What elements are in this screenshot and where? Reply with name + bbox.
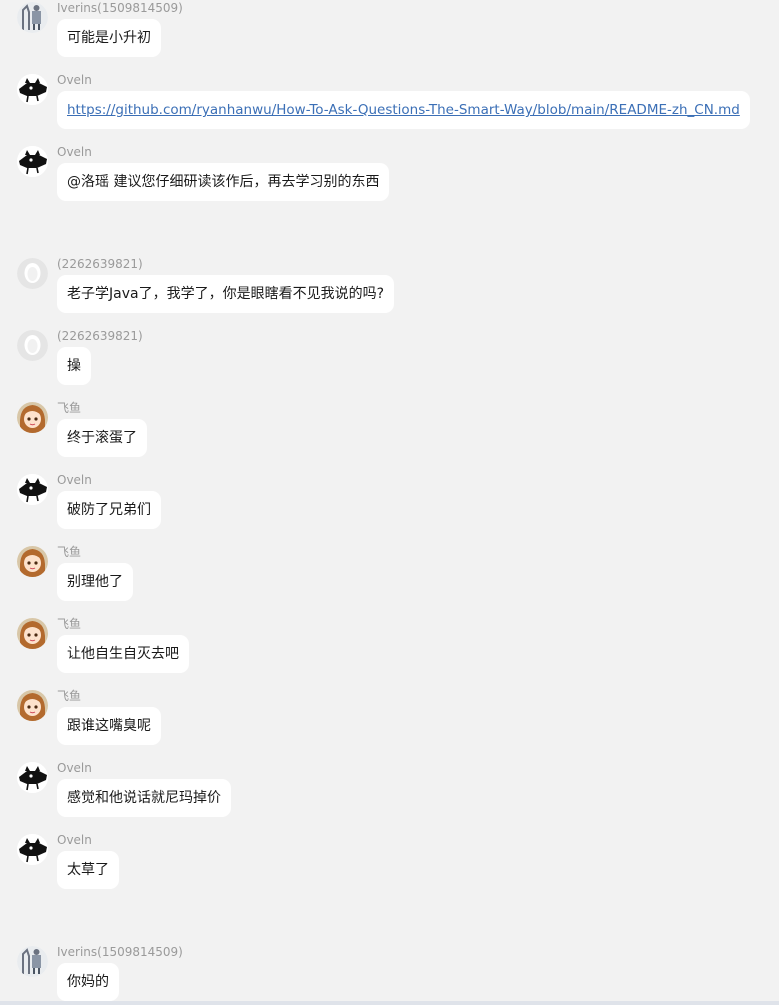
sender-name[interactable]: Iverins(1509814509) — [57, 1, 183, 15]
message-bubble: 感觉和他说话就尼玛掉价 — [57, 779, 231, 817]
sender-name[interactable]: Oveln — [57, 145, 92, 159]
message-text: 老子学Java了，我学了，你是眼瞎看不见我说的吗? — [67, 286, 385, 302]
message-bubble: @洛瑶 建议您仔细研读该作后，再去学习别的东西 — [57, 163, 390, 201]
message-bubble: 太草了 — [57, 851, 119, 889]
sender-name[interactable]: 飞鱼 — [57, 617, 81, 631]
sender-name[interactable]: Oveln — [57, 473, 92, 487]
default-penguin-avatar-icon[interactable] — [17, 330, 48, 361]
sketch-avatar-icon[interactable] — [17, 2, 48, 33]
anime-girl-avatar-icon[interactable] — [17, 546, 48, 577]
message-text: 破防了兄弟们 — [67, 502, 151, 518]
black-cat-avatar-icon[interactable] — [17, 74, 48, 105]
message-bubble: 可能是小升初 — [57, 19, 161, 57]
message-link[interactable]: https://github.com/ryanhanwu/How-To-Ask-… — [67, 102, 740, 118]
message-text: 跟谁这嘴臭呢 — [67, 718, 151, 734]
message-text: 别理他了 — [67, 574, 123, 590]
message-bubble: 你妈的 — [57, 963, 119, 1001]
message-bubble: 别理他了 — [57, 563, 133, 601]
message-text: @洛瑶 建议您仔细研读该作后，再去学习别的东西 — [67, 174, 380, 190]
message-bubble: 让他自生自灭去吧 — [57, 635, 189, 673]
anime-girl-avatar-icon[interactable] — [17, 690, 48, 721]
message-text: 你妈的 — [67, 974, 109, 990]
black-cat-avatar-icon[interactable] — [17, 762, 48, 793]
black-cat-avatar-icon[interactable] — [17, 146, 48, 177]
sender-name[interactable]: (2262639821) — [57, 257, 143, 271]
message-text: 操 — [67, 358, 81, 374]
sender-name[interactable]: (2262639821) — [57, 329, 143, 343]
bottom-divider — [0, 1001, 779, 1005]
message-bubble: 破防了兄弟们 — [57, 491, 161, 529]
anime-girl-avatar-icon[interactable] — [17, 618, 48, 649]
black-cat-avatar-icon[interactable] — [17, 834, 48, 865]
message-bubble: 操 — [57, 347, 91, 385]
sender-name[interactable]: 飞鱼 — [57, 545, 81, 559]
message-text: 让他自生自灭去吧 — [67, 646, 179, 662]
default-penguin-avatar-icon[interactable] — [17, 258, 48, 289]
anime-girl-avatar-icon[interactable] — [17, 402, 48, 433]
message-bubble: 终于滚蛋了 — [57, 419, 147, 457]
sender-name[interactable]: 飞鱼 — [57, 689, 81, 703]
message-bubble: 跟谁这嘴臭呢 — [57, 707, 161, 745]
sender-name[interactable]: Oveln — [57, 73, 92, 87]
message-bubble: 老子学Java了，我学了，你是眼瞎看不见我说的吗? — [57, 275, 395, 313]
message-text: 太草了 — [67, 862, 109, 878]
sketch-avatar-icon[interactable] — [17, 946, 48, 977]
sender-name[interactable]: Oveln — [57, 833, 92, 847]
sender-name[interactable]: 飞鱼 — [57, 401, 81, 415]
black-cat-avatar-icon[interactable] — [17, 474, 48, 505]
message-bubble: https://github.com/ryanhanwu/How-To-Ask-… — [57, 91, 750, 129]
message-text: 终于滚蛋了 — [67, 430, 137, 446]
sender-name[interactable]: Iverins(1509814509) — [57, 945, 183, 959]
message-text: 可能是小升初 — [67, 30, 151, 46]
sender-name[interactable]: Oveln — [57, 761, 92, 775]
message-text: 感觉和他说话就尼玛掉价 — [67, 790, 221, 806]
